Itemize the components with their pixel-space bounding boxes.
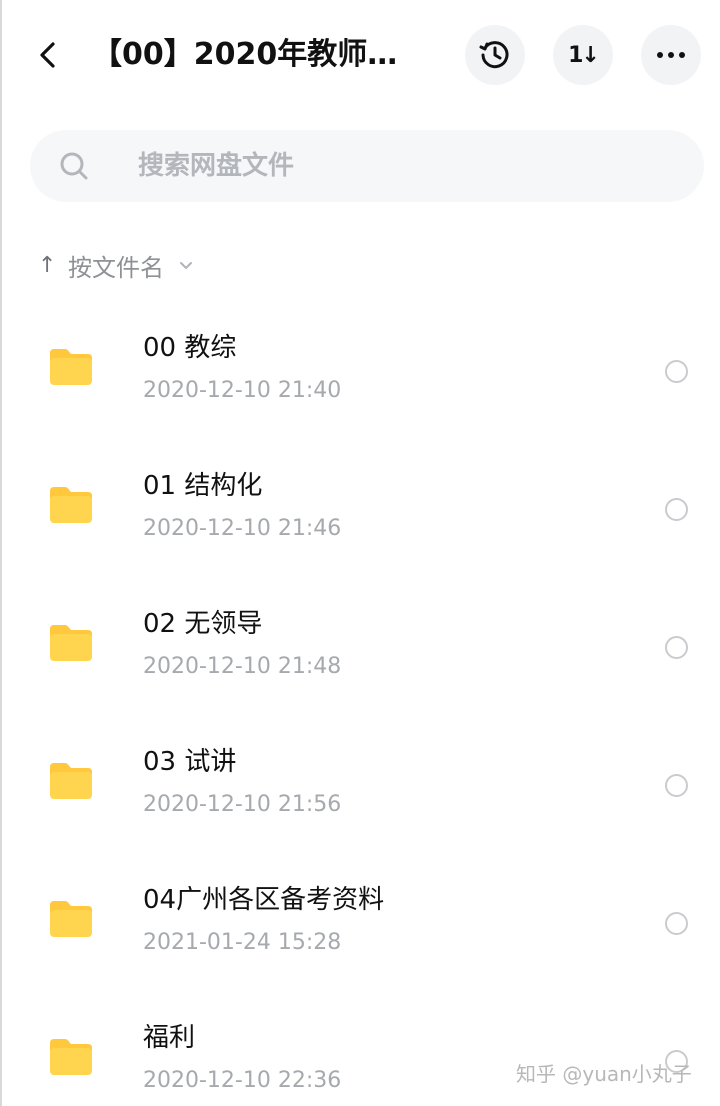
file-row[interactable]: 福利 2020-12-10 22:36 bbox=[0, 990, 720, 1106]
more-icon bbox=[657, 52, 685, 58]
select-checkbox[interactable] bbox=[665, 636, 688, 659]
search-input[interactable] bbox=[138, 144, 658, 188]
file-name: 福利 bbox=[143, 1023, 196, 1053]
file-name: 04广州各区备考资料 bbox=[143, 885, 385, 915]
search-icon bbox=[60, 152, 88, 180]
page-title: 【00】2020年教师… bbox=[92, 37, 398, 72]
file-name: 00 教综 bbox=[143, 333, 237, 363]
file-modified-time: 2020-12-10 21:56 bbox=[143, 792, 342, 817]
select-checkbox[interactable] bbox=[665, 498, 688, 521]
chevron-down-icon bbox=[180, 262, 192, 269]
select-checkbox[interactable] bbox=[665, 360, 688, 383]
top-bar: 【00】2020年教师… 1↓ bbox=[0, 0, 720, 110]
file-row[interactable]: 00 教综 2020-12-10 21:40 bbox=[0, 300, 720, 438]
sort-selector[interactable]: ↑ 按文件名 bbox=[38, 245, 194, 285]
sort-order-button[interactable]: 1↓ bbox=[553, 25, 613, 85]
folder-icon bbox=[50, 349, 92, 385]
file-modified-time: 2020-12-10 21:46 bbox=[143, 516, 342, 541]
search-bar[interactable] bbox=[30, 130, 704, 202]
file-modified-time: 2021-01-24 15:28 bbox=[143, 930, 342, 955]
file-row[interactable]: 04广州各区备考资料 2021-01-24 15:28 bbox=[0, 852, 720, 990]
folder-icon bbox=[50, 625, 92, 661]
folder-icon bbox=[50, 487, 92, 523]
file-row[interactable]: 02 无领导 2020-12-10 21:48 bbox=[0, 576, 720, 714]
sort-label: 按文件名 bbox=[68, 253, 164, 282]
history-button[interactable] bbox=[465, 25, 525, 85]
file-modified-time: 2020-12-10 21:48 bbox=[143, 654, 342, 679]
file-row[interactable]: 01 结构化 2020-12-10 21:46 bbox=[0, 438, 720, 576]
file-name: 03 试讲 bbox=[143, 747, 237, 777]
back-arrow-icon bbox=[40, 42, 55, 68]
sort-ascending-icon: ↑ bbox=[38, 252, 57, 278]
history-icon bbox=[479, 41, 509, 69]
file-row[interactable]: 03 试讲 2020-12-10 21:56 bbox=[0, 714, 720, 852]
sort-order-icon: 1↓ bbox=[568, 42, 600, 68]
select-checkbox[interactable] bbox=[665, 912, 688, 935]
more-button[interactable] bbox=[641, 25, 701, 85]
back-button[interactable] bbox=[28, 30, 68, 80]
folder-icon bbox=[50, 901, 92, 937]
file-modified-time: 2020-12-10 22:36 bbox=[143, 1068, 342, 1093]
folder-icon bbox=[50, 763, 92, 799]
folder-icon bbox=[50, 1039, 92, 1075]
watermark: 知乎 @yuan小丸子 bbox=[516, 1062, 692, 1086]
file-name: 01 结构化 bbox=[143, 471, 263, 501]
file-name: 02 无领导 bbox=[143, 609, 263, 639]
select-checkbox[interactable] bbox=[665, 774, 688, 797]
file-modified-time: 2020-12-10 21:40 bbox=[143, 378, 342, 403]
